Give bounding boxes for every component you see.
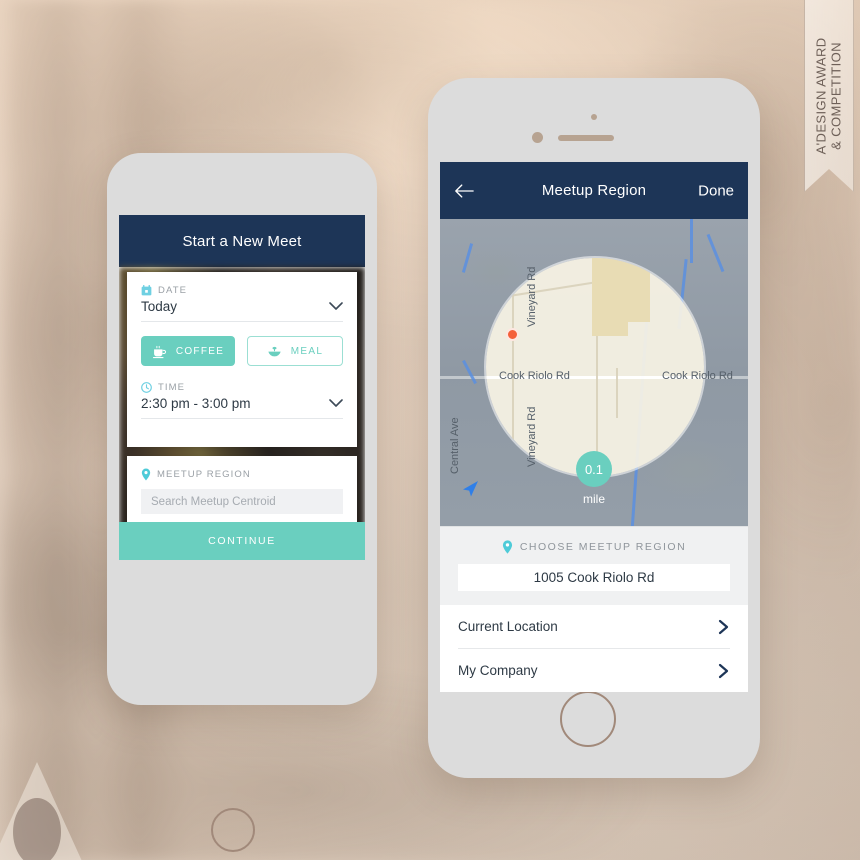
screenshot-canvas: A'DESIGN AWARD & COMPETITION Start a New… <box>0 0 860 860</box>
chevron-down-icon[interactable] <box>329 302 343 311</box>
current-location-label: Current Location <box>458 619 558 634</box>
chevron-right-icon[interactable] <box>718 663 730 679</box>
map-label-cook-riolo-rd-right: Cook Riolo Rd <box>662 370 733 382</box>
date-field-row[interactable]: Today <box>141 296 343 322</box>
time-label: TIME <box>158 382 186 393</box>
location-shortcuts-list: Current Location My Company <box>440 605 748 692</box>
meetup-region-card: MEETUP REGION Search Meetup Centroid <box>127 456 357 529</box>
time-field-label-row: TIME <box>141 382 343 393</box>
coffee-cup-icon <box>152 344 167 359</box>
coffee-option-button[interactable]: COFFEE <box>141 336 235 366</box>
front-camera-dot <box>591 114 597 120</box>
search-placeholder-text: Search Meetup Centroid <box>151 495 276 508</box>
earpiece-speaker <box>558 135 614 141</box>
radius-value-badge[interactable]: 0.1 <box>576 451 612 487</box>
map-pin-icon <box>141 468 151 481</box>
meal-option-button[interactable]: MEAL <box>247 336 343 366</box>
meetup-region-label: MEETUP REGION <box>157 469 251 480</box>
time-field[interactable]: TIME 2:30 pm - 3:00 pm <box>141 382 343 419</box>
date-label: DATE <box>158 285 188 296</box>
chevron-down-icon[interactable] <box>329 399 343 408</box>
meet-details-card: DATE Today COFFEE MEAL TIME 2:30 pm - 3:… <box>127 272 357 447</box>
left-navbar: Start a New Meet <box>119 215 365 267</box>
calendar-icon <box>141 285 152 296</box>
map-river-upper <box>690 219 693 263</box>
proximity-sensor-dot <box>532 132 543 143</box>
arrow-left-icon[interactable] <box>454 183 474 198</box>
meal-option-label: MEAL <box>290 345 324 357</box>
date-value: Today <box>141 299 178 314</box>
choose-meetup-region-header: CHOOSE MEETUP REGION <box>440 527 748 554</box>
list-item-my-company[interactable]: My Company <box>440 649 748 692</box>
my-company-label: My Company <box>458 663 538 678</box>
navigation-arrow-icon <box>460 479 480 499</box>
search-meetup-centroid-input[interactable]: Search Meetup Centroid <box>141 489 343 514</box>
award-ribbon-line2: & COMPETITION <box>828 42 844 150</box>
choose-meetup-region-panel: CHOOSE MEETUP REGION 1005 Cook Riolo Rd <box>440 526 748 605</box>
map-parcel-highlight-2 <box>592 310 628 336</box>
left-screen-body: DATE Today COFFEE MEAL TIME 2:30 pm - 3:… <box>119 267 365 560</box>
right-navbar: Meetup Region Done <box>440 162 748 219</box>
clock-icon <box>141 382 152 393</box>
award-ribbon-text: A'DESIGN AWARD & COMPETITION <box>813 37 844 155</box>
radius-value: 0.1 <box>584 461 604 477</box>
map-label-vineyard-rd-top: Vineyard Rd <box>526 266 538 327</box>
left-phone-device: Start a New Meet DATE Today COFFEE MEAL … <box>107 153 377 852</box>
continue-button-label: CONTINUE <box>208 535 276 547</box>
circle-road-vertical-vineyard <box>512 258 514 476</box>
map-label-cook-riolo-rd-left: Cook Riolo Rd <box>499 370 570 382</box>
bowl-spoon-icon <box>267 344 282 359</box>
meetup-region-map[interactable]: Vineyard Rd Cook Riolo Rd Cook Riolo Rd … <box>440 219 748 526</box>
selected-location-dot[interactable] <box>506 328 519 341</box>
right-phone-device: Meetup Region Done Vineyard Rd Cook Riol… <box>428 78 760 778</box>
meetup-address-input[interactable]: 1005 Cook Riolo Rd <box>458 564 730 591</box>
home-button[interactable] <box>560 691 616 747</box>
list-item-current-location[interactable]: Current Location <box>440 605 748 648</box>
home-button[interactable] <box>211 808 255 852</box>
right-navbar-title: Meetup Region <box>541 182 647 199</box>
award-ribbon: A'DESIGN AWARD & COMPETITION <box>804 0 854 192</box>
left-phone-screen: Start a New Meet DATE Today COFFEE MEAL … <box>119 215 365 560</box>
coffee-option-label: COFFEE <box>175 345 225 357</box>
meetup-region-label-row: MEETUP REGION <box>141 468 343 481</box>
radius-unit-label: mile <box>582 492 605 506</box>
map-label-vineyard-rd-bottom: Vineyard Rd <box>526 406 538 467</box>
map-pin-icon <box>502 540 513 554</box>
circle-road-stub <box>616 368 618 418</box>
done-button[interactable]: Done <box>698 182 734 199</box>
a-design-award-logo <box>0 760 92 860</box>
continue-button[interactable]: CONTINUE <box>119 522 365 560</box>
date-field-label-row: DATE <box>141 285 343 296</box>
award-ribbon-line1: A'DESIGN AWARD <box>813 37 829 155</box>
choose-meetup-region-heading: CHOOSE MEETUP REGION <box>519 541 687 553</box>
right-phone-screen: Meetup Region Done Vineyard Rd Cook Riol… <box>440 162 748 692</box>
meetup-radius-circle[interactable] <box>486 258 704 476</box>
meetup-address-value: 1005 Cook Riolo Rd <box>533 570 655 585</box>
meet-type-selector: COFFEE MEAL <box>141 336 343 366</box>
left-navbar-title: Start a New Meet <box>182 232 302 250</box>
date-field[interactable]: DATE Today <box>141 285 343 322</box>
map-label-central-ave: Central Ave <box>449 417 461 474</box>
chevron-right-icon[interactable] <box>718 619 730 635</box>
time-field-row[interactable]: 2:30 pm - 3:00 pm <box>141 393 343 419</box>
time-value: 2:30 pm - 3:00 pm <box>141 396 251 411</box>
